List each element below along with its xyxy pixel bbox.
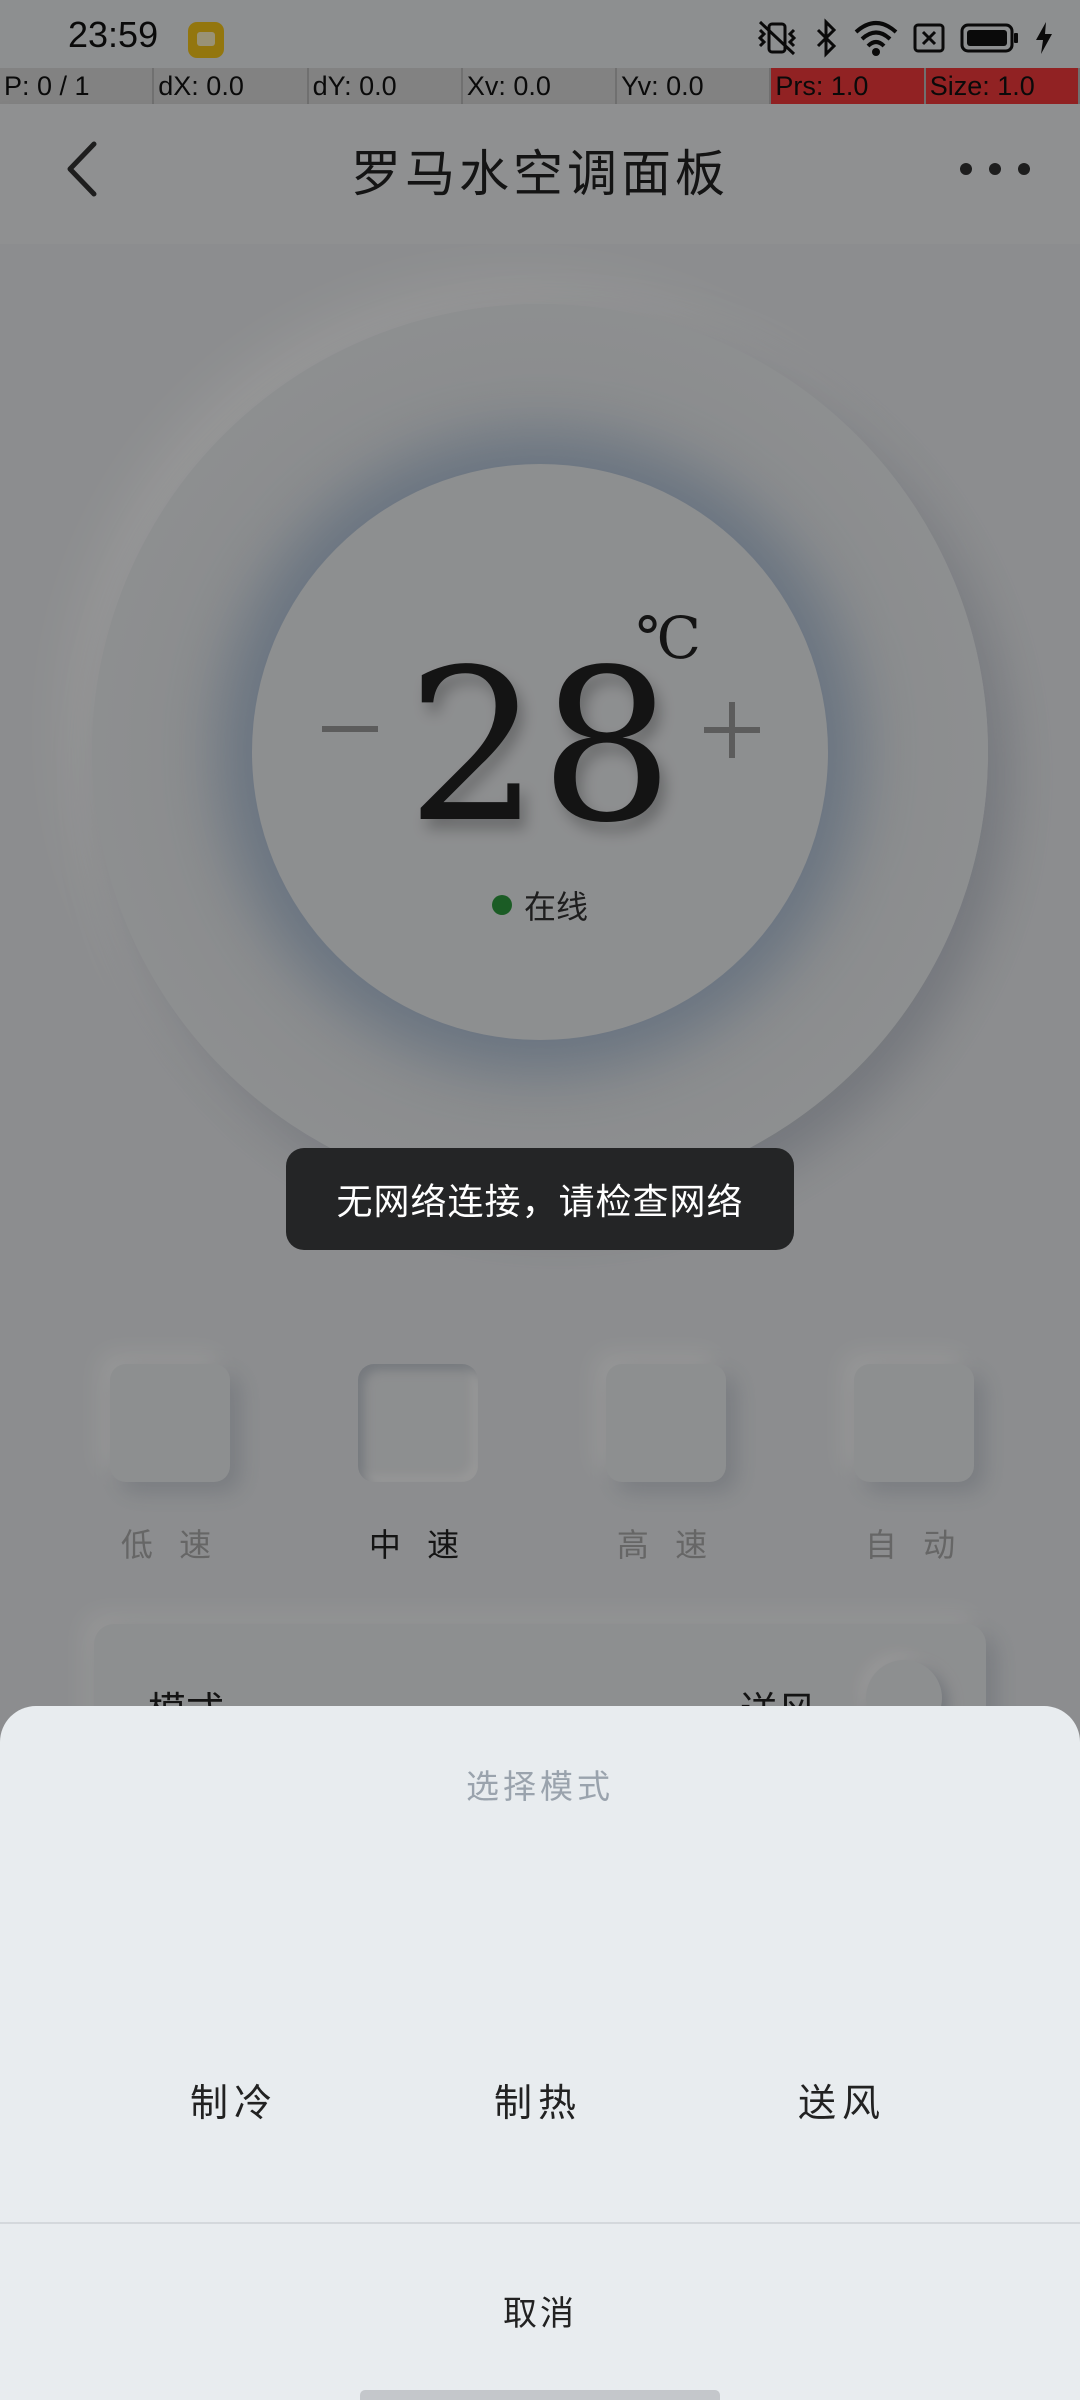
sheet-divider (0, 2222, 1080, 2224)
mode-option-fan[interactable]: 送风 (742, 2072, 942, 2127)
network-error-toast: 无网络连接，请检查网络 (286, 1148, 794, 1250)
mode-option-heat[interactable]: 制热 (438, 2072, 638, 2127)
mode-option-cool[interactable]: 制冷 (134, 2072, 334, 2127)
sheet-title: 选择模式 (466, 1767, 614, 1806)
home-indicator[interactable] (360, 2390, 720, 2400)
cancel-button[interactable]: 取消 (0, 2286, 1080, 2335)
mode-picker-sheet: 选择模式 制冷 制热 送风 取消 (0, 1706, 1080, 2400)
